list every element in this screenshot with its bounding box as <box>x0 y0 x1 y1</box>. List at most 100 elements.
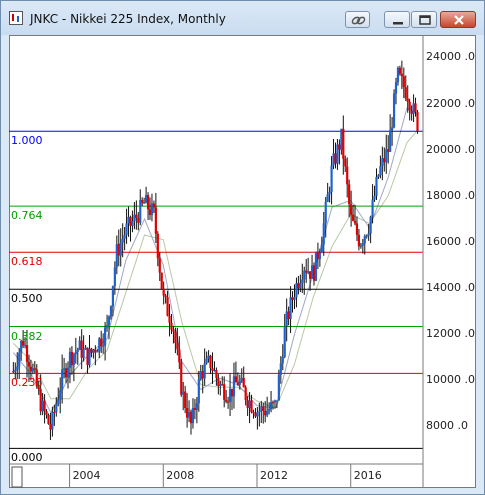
candle-body <box>336 144 339 164</box>
candle-body <box>316 251 320 260</box>
y-tick-label: 14000 .0 <box>426 281 475 295</box>
candle-body <box>291 297 294 300</box>
candle-body <box>400 73 403 77</box>
candle-body <box>344 158 347 167</box>
candle-body <box>164 295 167 298</box>
candle-body <box>230 388 234 397</box>
candle-body <box>225 399 228 402</box>
candle-body <box>125 223 128 236</box>
candle-body <box>84 347 87 350</box>
candle-body <box>90 348 93 353</box>
candle-body <box>104 327 107 346</box>
candle-body <box>168 315 171 323</box>
candle-body <box>27 361 31 367</box>
candle-body <box>275 400 279 402</box>
scroll-handle[interactable] <box>11 466 23 488</box>
candle-body <box>213 370 216 372</box>
candle-body <box>307 271 310 273</box>
candle-body <box>320 244 323 253</box>
y-tick-label: 20000 .0 <box>426 142 475 156</box>
candle-body <box>301 279 304 284</box>
candle-body <box>328 191 331 195</box>
candle-body <box>408 101 411 111</box>
candle-body <box>350 204 353 215</box>
candle-body <box>295 283 298 298</box>
candle-body <box>242 377 245 388</box>
candle-body <box>61 369 64 390</box>
candle-body <box>145 195 148 203</box>
candle-body <box>359 245 362 247</box>
chart-window: JNKC - Nikkei 225 Index, Monthly 8000 .0… <box>0 0 485 495</box>
candle-body <box>297 283 300 289</box>
candle-body <box>371 199 374 217</box>
candle-body <box>318 252 321 260</box>
candle-body <box>51 411 54 430</box>
candle-body <box>86 347 89 366</box>
candle-body <box>232 376 236 397</box>
candle-body <box>305 270 308 273</box>
candle-body <box>215 370 218 378</box>
chart-svg[interactable] <box>1 1 484 494</box>
candle-body <box>47 414 50 424</box>
candle-body <box>207 355 210 359</box>
candle-body <box>375 176 378 196</box>
candle-body <box>92 349 95 353</box>
candle-body <box>158 258 161 273</box>
candle-body <box>271 402 275 404</box>
candle-body <box>238 380 241 385</box>
candle-body <box>236 382 239 385</box>
candle-body <box>68 351 72 368</box>
candle-body <box>326 194 329 202</box>
candle-body <box>330 165 333 192</box>
candle-body <box>182 391 185 395</box>
fib-level-label: 0.236 <box>11 376 43 390</box>
candle-body <box>102 345 105 347</box>
candle-body <box>53 411 56 413</box>
candle-body <box>273 400 277 403</box>
candle-body <box>187 411 191 418</box>
candle-body <box>178 349 181 363</box>
candle-body <box>180 362 183 395</box>
candle-body <box>246 400 249 408</box>
candle-body <box>334 153 337 164</box>
candle-body <box>195 403 198 410</box>
candle-body <box>252 412 255 414</box>
candle-body <box>361 243 364 246</box>
candle-body <box>43 400 46 412</box>
candle-body <box>123 235 126 239</box>
fib-level-label: 0.764 <box>11 209 43 223</box>
candle-body <box>314 251 318 281</box>
candle-body <box>111 286 115 307</box>
candle-body <box>406 98 409 102</box>
candle-body <box>172 329 175 332</box>
candle-body <box>191 407 195 424</box>
candle-body <box>412 103 415 114</box>
candle-body <box>258 411 261 413</box>
candle-body <box>309 271 312 279</box>
candle-body <box>414 103 417 112</box>
candle-body <box>127 216 130 224</box>
candle-body <box>379 166 382 176</box>
candle-body <box>387 149 390 152</box>
candle-body <box>57 399 60 405</box>
candle-body <box>363 236 366 244</box>
candle-body <box>211 368 214 371</box>
candle-body <box>23 345 27 347</box>
candle-body <box>264 410 267 416</box>
candle-body <box>107 316 111 326</box>
fib-level-label: 0.500 <box>11 292 43 306</box>
candle-body <box>223 384 226 400</box>
candle-body <box>404 87 407 99</box>
candle-body <box>70 351 74 366</box>
candle-body <box>31 368 34 372</box>
candle-body <box>391 127 394 131</box>
candle-body <box>14 369 17 372</box>
candle-body <box>209 355 212 369</box>
candle-body <box>367 233 370 236</box>
candle-body <box>217 377 220 386</box>
y-tick-label: 24000 .0 <box>426 50 475 64</box>
candle-body <box>287 311 290 320</box>
candle-body <box>201 371 204 379</box>
candle-body <box>170 322 173 330</box>
candle-body <box>383 158 386 163</box>
